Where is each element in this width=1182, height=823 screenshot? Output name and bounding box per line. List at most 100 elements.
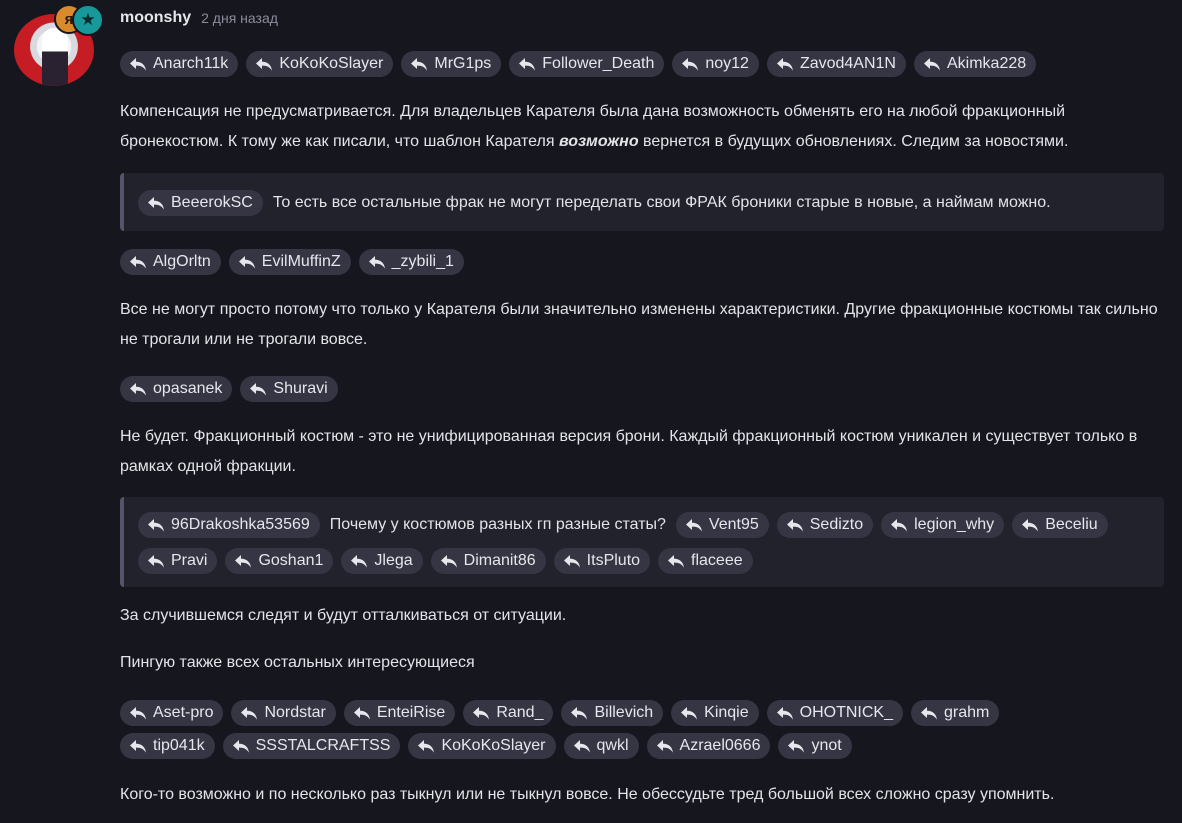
reply-arrow-icon bbox=[130, 256, 146, 269]
mention-name: Follower_Death bbox=[542, 55, 655, 72]
mention-name: EnteiRise bbox=[376, 704, 446, 721]
mention-chip[interactable]: Shuravi bbox=[240, 376, 338, 402]
mention-chip[interactable]: Sedizto bbox=[776, 511, 874, 538]
mention-name: tip041k bbox=[153, 737, 205, 754]
reply-arrow-icon bbox=[776, 707, 793, 720]
mention-chip[interactable]: Nordstar bbox=[231, 700, 336, 726]
mention-name: Anarch11k bbox=[153, 55, 229, 72]
reply-arrow-icon bbox=[411, 58, 428, 71]
mention-chip[interactable]: Aset-pro bbox=[120, 700, 224, 726]
mention-chip[interactable]: tip041k bbox=[120, 733, 215, 759]
mention-chip[interactable]: Goshan1 bbox=[225, 548, 334, 575]
reply-arrow-icon bbox=[920, 707, 937, 720]
mention-chip[interactable]: Pravi bbox=[138, 548, 218, 575]
mention-name: Goshan1 bbox=[258, 552, 324, 570]
reply-arrow-icon bbox=[148, 555, 164, 568]
reply-arrow-icon bbox=[238, 256, 255, 269]
mention-chip[interactable]: ynot bbox=[778, 733, 852, 759]
message-paragraph: Пингую также всех остальных интересующие… bbox=[120, 654, 475, 671]
username[interactable]: moonshy bbox=[120, 9, 191, 27]
reply-arrow-icon bbox=[148, 518, 164, 532]
mention-chip[interactable]: Jlega bbox=[341, 548, 423, 575]
mention-name: Vent95 bbox=[708, 515, 759, 533]
reply-arrow-icon bbox=[685, 518, 702, 532]
reply-arrow-icon bbox=[519, 58, 536, 71]
mention-chip[interactable]: Kinqie bbox=[671, 700, 759, 726]
mention-name: Rand_ bbox=[496, 704, 544, 721]
mention-list: Aset-pro Nordstar EnteiRise Rand_ Billevich K… bbox=[120, 700, 1080, 759]
timestamp[interactable]: 2 дня назад bbox=[201, 10, 278, 26]
quote-block: BeeerokSC То есть все остальные фрак не м… bbox=[120, 173, 1164, 231]
mention-chip[interactable]: Zavod4AN1N bbox=[766, 51, 906, 77]
message-paragraph: Все не могут просто потому что только у … bbox=[120, 301, 1158, 348]
mention-chip[interactable]: BeeerokSC bbox=[138, 190, 263, 216]
mention-chip[interactable]: KoKoKoSlayer bbox=[246, 51, 394, 77]
reply-arrow-icon bbox=[923, 58, 940, 71]
message-paragraph: За случившемся следят и будут отталкиват… bbox=[120, 607, 567, 624]
mention-chip[interactable]: SSSTALCRAFTSS bbox=[222, 733, 401, 759]
mention-chip[interactable]: KoKoKoSlayer bbox=[408, 733, 556, 759]
mention-chip[interactable]: Rand_ bbox=[463, 700, 554, 726]
star-badge-icon: ★ bbox=[72, 4, 104, 36]
mention-chip[interactable]: MrG1ps bbox=[401, 51, 502, 77]
message-paragraph: Кого-то возможно и по несколько раз тыкн… bbox=[120, 786, 1055, 803]
mention-name: SSSTALCRAFTSS bbox=[255, 737, 391, 754]
mention-chip[interactable]: Vent95 bbox=[675, 511, 769, 538]
quote-block: 96Drakoshka53569 Почему у костюмов разных… bbox=[120, 497, 1164, 587]
reply-arrow-icon bbox=[668, 555, 685, 568]
reply-arrow-icon bbox=[232, 740, 249, 753]
mention-name: Aset-pro bbox=[153, 704, 214, 721]
reply-arrow-icon bbox=[130, 383, 146, 396]
mention-chip[interactable]: Beceliu bbox=[1012, 511, 1108, 538]
mention-chip[interactable]: flaceee bbox=[658, 548, 753, 575]
mention-name: EvilMuffinZ bbox=[261, 253, 341, 270]
mention-name: Jlega bbox=[374, 552, 413, 570]
mention-chip[interactable]: opasanek bbox=[120, 376, 233, 402]
mention-chip[interactable]: Dimanit86 bbox=[430, 548, 546, 575]
mention-chip[interactable]: EnteiRise bbox=[343, 700, 456, 726]
reply-arrow-icon bbox=[418, 740, 435, 753]
mention-name: grahm bbox=[943, 704, 990, 721]
mention-chip[interactable]: Anarch11k bbox=[120, 51, 239, 77]
mention-chip[interactable]: OHOTNICK_ bbox=[766, 700, 903, 726]
reply-arrow-icon bbox=[241, 707, 258, 720]
mention-chip[interactable]: grahm bbox=[910, 700, 1000, 726]
mention-chip[interactable]: ItsPluto bbox=[553, 548, 651, 575]
mention-name: 96Drakoshka53569 bbox=[171, 515, 310, 533]
mention-name: qwkl bbox=[596, 737, 629, 754]
mention-name: flaceee bbox=[691, 552, 743, 570]
reply-arrow-icon bbox=[682, 58, 699, 71]
mention-list: Anarch11k KoKoKoSlayer MrG1ps Follower_Deat… bbox=[120, 51, 1037, 77]
reply-arrow-icon bbox=[786, 518, 803, 532]
mention-name: _zybili_1 bbox=[391, 253, 454, 270]
mention-chip[interactable]: _zybili_1 bbox=[358, 249, 464, 275]
mention-name: Akimka228 bbox=[946, 55, 1027, 72]
mention-name: Pravi bbox=[171, 552, 208, 570]
reply-arrow-icon bbox=[368, 256, 385, 269]
reply-arrow-icon bbox=[130, 740, 146, 753]
reply-arrow-icon bbox=[656, 740, 673, 753]
avatar[interactable]: я ★ bbox=[14, 4, 104, 88]
mention-chip[interactable]: legion_why bbox=[881, 511, 1005, 538]
mention-chip[interactable]: Azrael0666 bbox=[646, 733, 771, 759]
mention-name: Sedizto bbox=[809, 515, 864, 533]
reply-arrow-icon bbox=[256, 58, 273, 71]
mention-chip[interactable]: Billevich bbox=[561, 700, 664, 726]
mention-name: KoKoKoSlayer bbox=[279, 55, 384, 72]
mention-chip[interactable]: Akimka228 bbox=[913, 51, 1037, 77]
mention-name: opasanek bbox=[153, 380, 223, 397]
reply-arrow-icon bbox=[235, 555, 252, 568]
reply-arrow-icon bbox=[473, 707, 490, 720]
quote-text: Почему у костюмов разных гп разные статы… bbox=[329, 515, 666, 533]
reply-arrow-icon bbox=[788, 740, 805, 753]
reply-arrow-icon bbox=[130, 707, 146, 720]
mention-name: ItsPluto bbox=[586, 552, 641, 570]
mention-chip[interactable]: AlgOrltn bbox=[120, 249, 221, 275]
mention-chip[interactable]: EvilMuffinZ bbox=[228, 249, 351, 275]
mention-chip[interactable]: noy12 bbox=[672, 51, 759, 77]
message-paragraph: Не будет. Фракционный костюм - это не ун… bbox=[120, 428, 1138, 475]
mention-chip[interactable]: 96Drakoshka53569 bbox=[138, 511, 320, 538]
mention-name: Azrael0666 bbox=[679, 737, 761, 754]
mention-chip[interactable]: Follower_Death bbox=[509, 51, 665, 77]
mention-chip[interactable]: qwkl bbox=[563, 733, 639, 759]
